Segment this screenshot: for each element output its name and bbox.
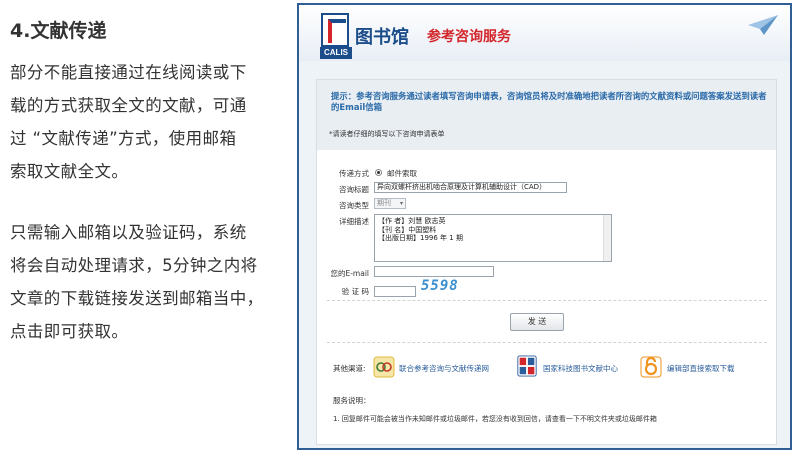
subject-input[interactable]: 异向双螺杆挤出机啮合原理及计算机辅助设计（CAD） <box>374 182 567 193</box>
type-label: 咨询类型 <box>339 201 369 210</box>
paragraph-line: 文章的下载链接发送到邮箱当中， <box>10 289 264 308</box>
type-select[interactable]: 期刊 ▾ <box>374 198 406 209</box>
notice-subtext: *请读者仔细的填写以下咨询申请表单 <box>329 130 445 138</box>
open-access-icon[interactable] <box>640 356 662 378</box>
page-banner: CALIS 图书馆 参考咨询服务 <box>299 5 790 61</box>
paragraph-line: 过 “文献传递”方式，使用邮箱 <box>10 129 237 148</box>
type-select-value: 期刊 <box>377 199 391 207</box>
delivery-option: 邮件索取 <box>387 169 417 178</box>
detail-line: 【刊 名】中国塑料 <box>378 225 437 234</box>
service-note-title: 服务说明： <box>333 396 371 405</box>
paragraph-line: 载的方式获取全文的文献，可通 <box>10 96 247 115</box>
paragraph-line: 将会自动处理请求，5分钟之内将 <box>10 256 258 275</box>
send-button[interactable]: 发 送 <box>510 313 564 331</box>
channel-link-nstl[interactable]: 国家科技图书文献中心 <box>543 363 618 374</box>
detail-label: 详细描述 <box>339 217 369 226</box>
email-label: 您的E-mail <box>330 269 369 278</box>
email-input[interactable] <box>374 266 494 277</box>
channels-label: 其他渠道: <box>333 364 366 373</box>
detail-textarea[interactable]: 【作 者】刘慧 欧志英 【刊 名】中国塑料 【出版日期】1996 年 1 期 <box>374 214 612 262</box>
paragraph-line: 点击即可获取。 <box>10 322 129 341</box>
paper-plane-icon <box>748 15 778 35</box>
detail-line: 【作 者】刘慧 欧志英 <box>378 217 446 225</box>
divider <box>327 342 767 343</box>
divider <box>327 300 767 301</box>
detail-line: 【出版日期】1996 年 1 期 <box>378 234 463 242</box>
paragraph-line: 部分不能直接通过在线阅读或下 <box>10 63 247 82</box>
article-text: 4.文献传递 部分不能直接通过在线阅读或下 载的方式获取全文的文献，可通 过 “… <box>10 18 282 348</box>
textarea-scrollbar[interactable] <box>603 215 611 261</box>
article-heading: 4.文献传递 <box>10 20 107 42</box>
banner-title: 图书馆 <box>355 27 409 48</box>
banner-subtitle: 参考咨询服务 <box>427 29 511 45</box>
calis-logo-icon <box>321 13 349 47</box>
service-screenshot: CALIS 图书馆 参考咨询服务 提示：参考咨询服务通过读者填写咨询申请表，咨询… <box>297 3 792 450</box>
channel-link-ucdrs[interactable]: 联合参考咨询与文献传递网 <box>399 363 489 374</box>
chevron-down-icon: ▾ <box>399 200 403 207</box>
ucdrs-logo-icon[interactable] <box>373 356 395 378</box>
request-form-panel: 提示：参考咨询服务通过读者填写咨询申请表，咨询馆员将及时准确地把读者所咨询的文献… <box>316 79 777 445</box>
channel-link-editorial[interactable]: 编辑部直接索取下载 <box>667 363 735 374</box>
captcha-label: 验 证 码 <box>341 287 369 296</box>
paragraph-line: 索取文献全文。 <box>10 162 129 181</box>
notice-text: 提示：参考咨询服务通过读者填写咨询申请表，咨询馆员将及时准确地把读者所咨询的文献… <box>331 91 767 112</box>
notice-box: 提示：参考咨询服务通过读者填写咨询申请表，咨询馆员将及时准确地把读者所咨询的文献… <box>317 80 776 150</box>
subject-label: 咨询标题 <box>339 185 369 194</box>
captcha-input[interactable] <box>374 286 416 297</box>
service-note: 1. 回复邮件可能会被当作未知邮件或垃圾邮件，若您没有收到回信，请查看一下不明文… <box>333 415 657 423</box>
delivery-label: 传递方式 <box>339 169 369 178</box>
nstl-logo-icon[interactable] <box>516 355 538 377</box>
captcha-image[interactable]: 5598 <box>421 278 459 294</box>
delivery-radio[interactable] <box>375 169 382 176</box>
calis-logo-text: CALIS <box>320 47 352 59</box>
paragraph-line: 只需输入邮箱以及验证码，系统 <box>10 223 247 242</box>
